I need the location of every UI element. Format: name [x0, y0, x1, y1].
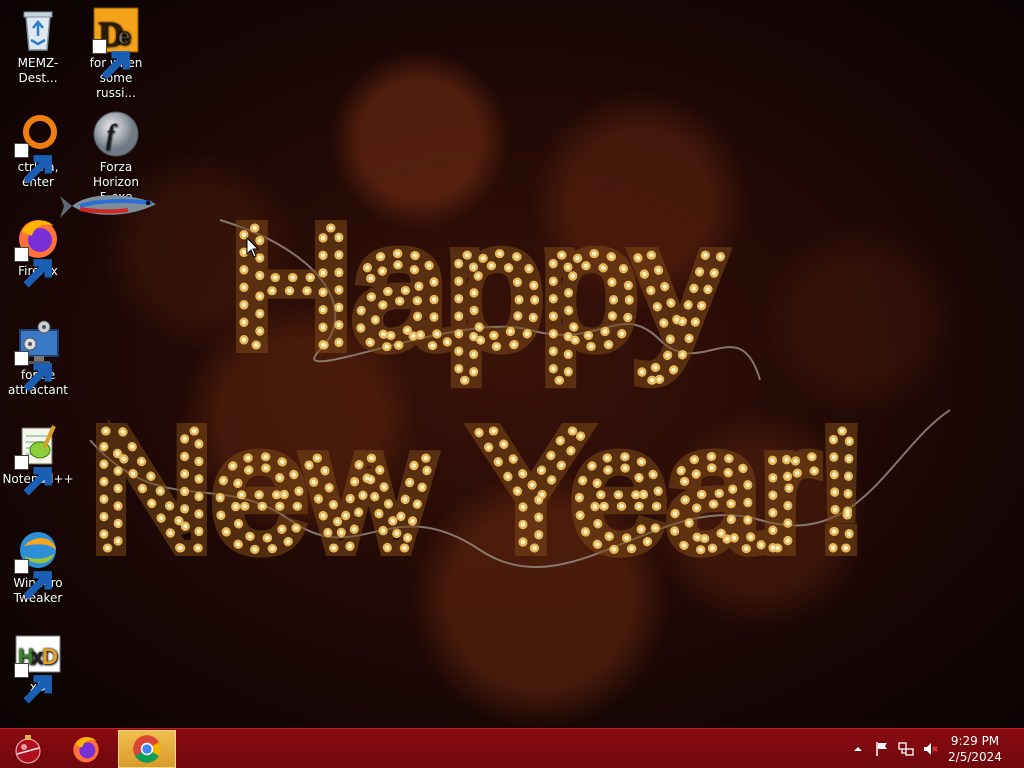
system-clock[interactable]: 9:29 PM 2/5/2024 [940, 733, 1010, 765]
chevron-up-icon [854, 747, 862, 751]
desktop-icon-notepad-plus-plus[interactable]: Notepad++ [0, 422, 76, 496]
desktop-icon-xd[interactable]: HxD xD [0, 630, 76, 704]
flash-player-icon: f [92, 110, 140, 158]
firefox-icon [73, 737, 99, 763]
shortcut-arrow-icon [14, 351, 52, 392]
shortcut-arrow-icon [92, 39, 130, 80]
hxd-icon: HxD [14, 630, 62, 704]
taskbar: 9:29 PM 2/5/2024 [0, 728, 1024, 768]
firefox-icon [14, 214, 62, 288]
chrome-icon [133, 735, 161, 763]
desktop-icon-firefox[interactable]: Firefox [0, 214, 76, 288]
desktop-icon-for-when-some-russi[interactable]: De for when some russi... [78, 6, 154, 101]
desktop-icon-memz-destructive[interactable]: MEMZ-Dest... [0, 6, 76, 86]
shortcut-arrow-icon [14, 455, 52, 496]
volume-button[interactable] [920, 729, 940, 768]
clock-date: 2/5/2024 [948, 750, 1002, 764]
shortcut-arrow-icon [14, 247, 52, 288]
greeting-line1-bulbs: Happy [230, 192, 721, 382]
computer-settings-icon [14, 318, 62, 392]
icon-label: MEMZ-Dest... [17, 56, 59, 85]
start-button[interactable] [0, 731, 56, 767]
shortcut-arrow-icon [14, 559, 52, 600]
desktop-icon-ctrl-a-enter[interactable]: ctrl+a, enter [0, 110, 76, 190]
recycle-bin-icon [14, 6, 62, 54]
desktop-icon-forkie-attractant[interactable]: forkie attractant [0, 318, 76, 398]
desktop[interactable]: Happy Happy Happy New Year! New Year! Ne… [0, 0, 1024, 728]
network-button[interactable] [896, 729, 916, 768]
winaero-tweaker-icon [14, 526, 62, 600]
dependency-walker-icon: De [92, 6, 140, 80]
volume-muted-icon [924, 743, 938, 755]
mouse-cursor-icon [246, 237, 260, 258]
show-hidden-icons-button[interactable] [850, 729, 866, 768]
shortcut-arrow-icon [14, 663, 52, 704]
shortcut-arrow-icon [14, 143, 52, 184]
notepad-plus-plus-icon [14, 422, 62, 496]
greeting-line2-bulbs: New Year! [90, 395, 865, 580]
taskbar-chrome-button[interactable] [118, 730, 176, 768]
desktop-icon-winaero-tweaker[interactable]: Winaero Tweaker [0, 526, 76, 606]
orange-ring-icon [14, 110, 62, 184]
taskbar-firefox-button[interactable] [58, 731, 114, 767]
action-center-button[interactable] [872, 729, 892, 768]
clock-time: 9:29 PM [950, 734, 1000, 748]
flag-icon [876, 742, 887, 756]
happy-new-year-wallpaper: Happy Happy Happy New Year! New Year! Ne… [82, 190, 951, 580]
ornament-start-icon [15, 735, 41, 764]
network-icon [898, 742, 914, 756]
